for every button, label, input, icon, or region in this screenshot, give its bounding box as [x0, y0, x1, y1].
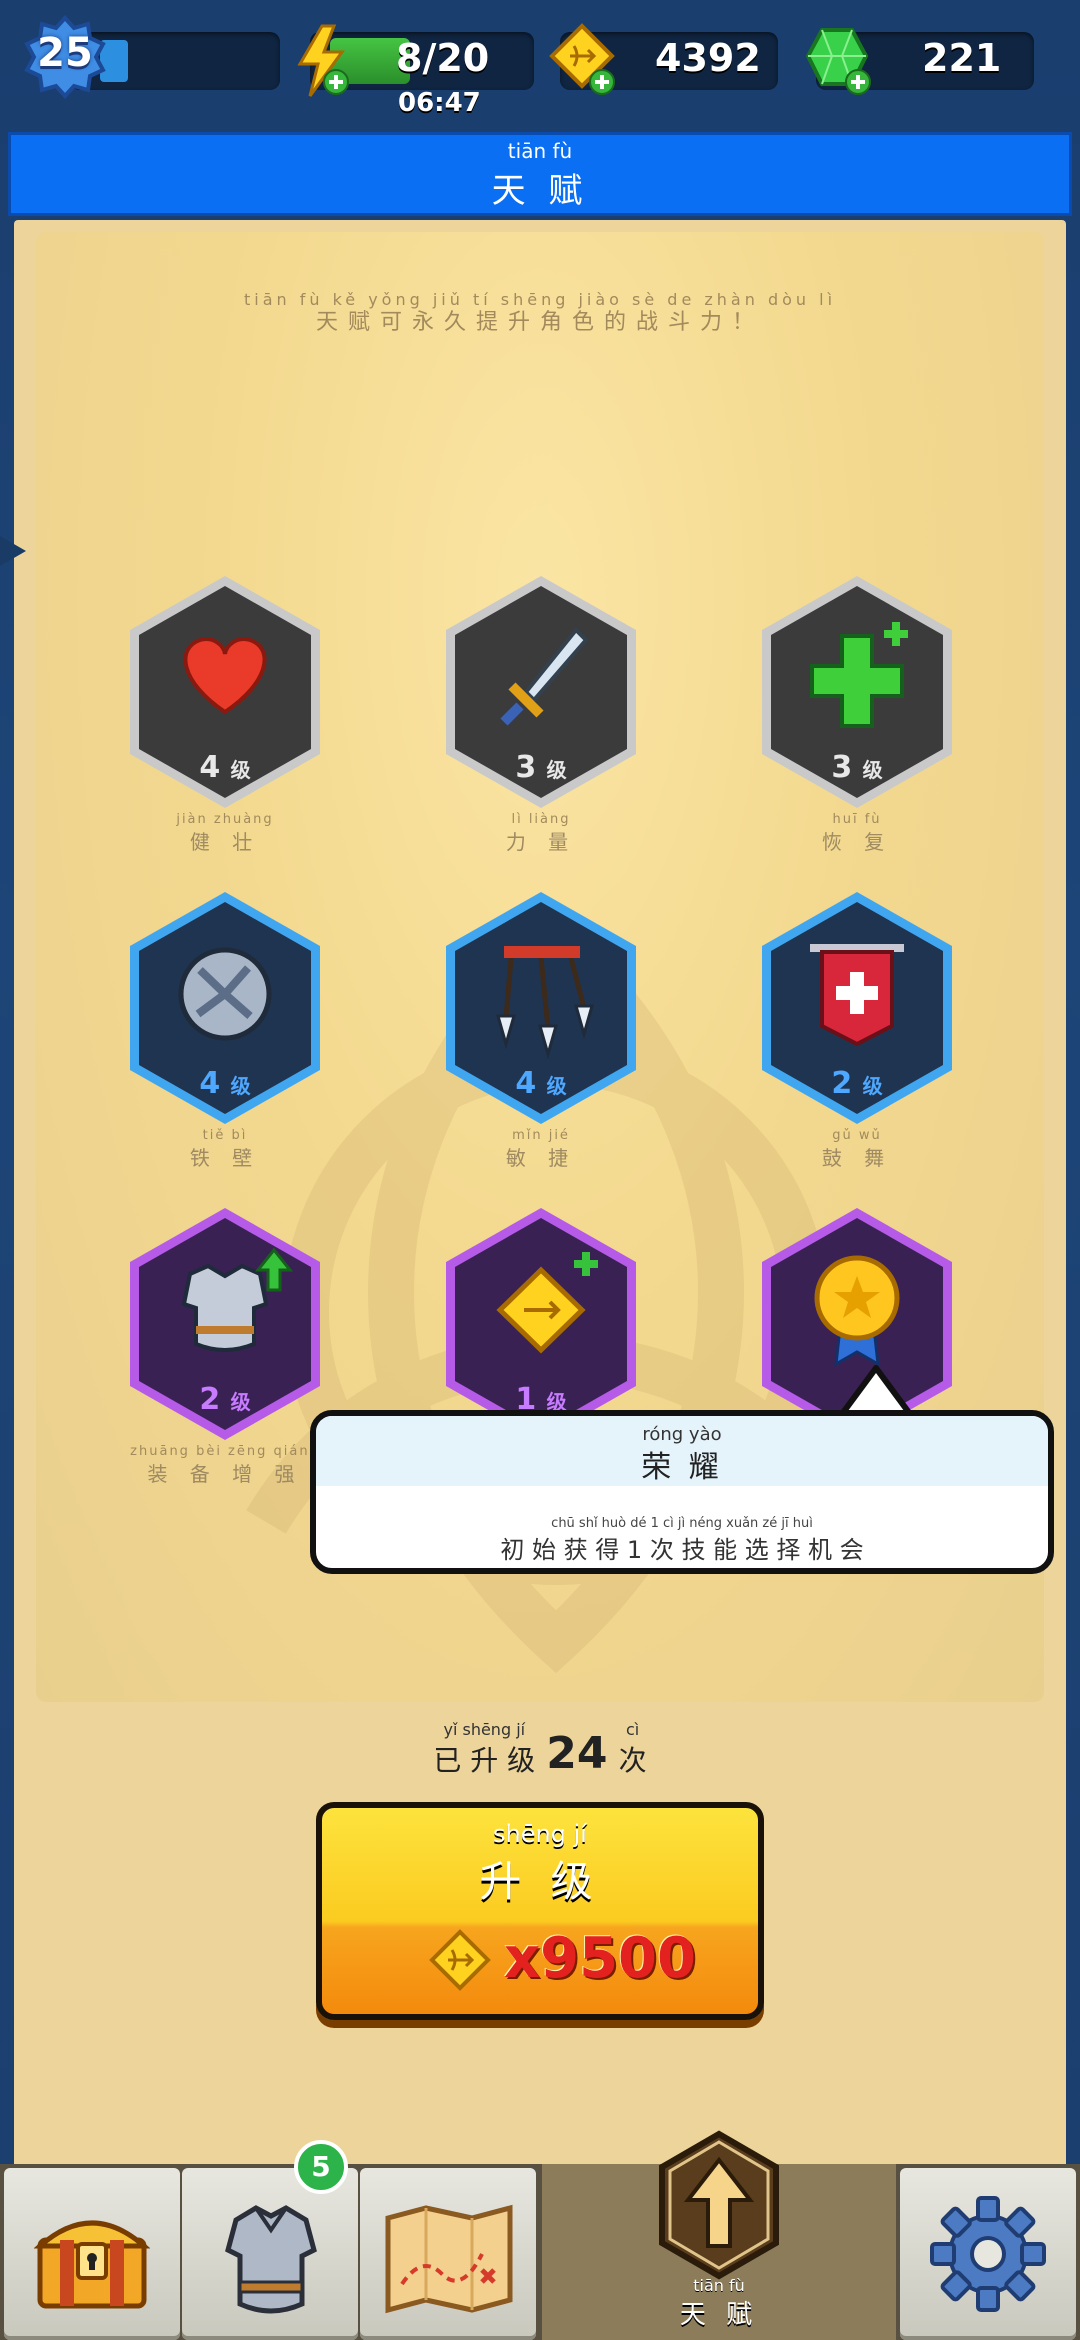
tooltip-desc-pinyin: chū shǐ huò dé 1 cì jì néng xuǎn zé jī h… — [551, 1516, 813, 1531]
talent-name-pinyin: lì liàng — [511, 812, 571, 827]
armor-icon — [225, 2205, 317, 2314]
upgraded-prefix: 已 升 级 — [433, 1744, 536, 1777]
gold-token-plus-icon — [549, 23, 615, 95]
nav-equipment[interactable] — [182, 2168, 358, 2340]
gem-count: 221 — [922, 36, 1002, 80]
talent-tooltip: róng yào 荣 耀 chū shǐ huò dé 1 cì jì néng… — [310, 1410, 1054, 1574]
title-pinyin: tiān fù — [507, 139, 573, 163]
upgrade-label: 升 级 — [479, 1857, 601, 1906]
talent-name: 铁 壁 — [189, 1146, 261, 1170]
lightning-icon — [297, 24, 349, 97]
upgrade-cost: x9500 — [504, 1926, 696, 1991]
upgrade-count: 24 — [546, 1728, 608, 1779]
talent-level: 3 级 — [515, 750, 567, 785]
talent-name: 健 壮 — [189, 830, 261, 854]
gem-plus-icon — [805, 28, 871, 95]
map-icon — [385, 2204, 513, 2314]
title-banner: tiān fù 天 赋 — [8, 132, 1072, 216]
tooltip-arrow-icon — [839, 1365, 913, 1416]
nav-settings[interactable] — [900, 2168, 1076, 2340]
top-bar: 25 8/20 06:47 4392 221 — [0, 0, 1080, 130]
equipment-badge: 5 — [294, 2140, 348, 2194]
talent-name-pinyin: jiàn zhuàng — [176, 812, 274, 827]
gold-token-icon — [429, 1929, 491, 1991]
talent-name-pinyin: tiě bì — [202, 1128, 248, 1143]
player-level: 25 — [37, 30, 93, 76]
talent-level: 4 级 — [199, 1066, 251, 1101]
upgraded-pinyin: yǐ shēng jí — [443, 1720, 526, 1739]
talent-level: 4 级 — [515, 1066, 567, 1101]
upgraded-suffix: 次 — [618, 1744, 647, 1777]
gold-count: 4392 — [655, 36, 761, 80]
tooltip-title: 荣 耀 — [641, 1450, 723, 1485]
energy-timer: 06:47 — [398, 88, 481, 118]
talent-level: 3 级 — [831, 750, 883, 785]
upgrade-button[interactable]: shēng jí 升 级 x9500 — [316, 1802, 764, 2020]
nav-active-label: 天 赋 — [679, 2300, 759, 2330]
talent-arrow-icon — [659, 2130, 779, 2280]
talent-name-pinyin: huī fù — [832, 812, 882, 827]
talent-level: 4 级 — [199, 750, 251, 785]
nav-chest[interactable] — [4, 2168, 180, 2340]
talent-name: 装 备 增 强 — [147, 1462, 303, 1486]
tooltip-desc: 初 始 获 得 1 次 技 能 选 择 机 会 — [500, 1536, 864, 1564]
talent-level: 2 级 — [199, 1382, 251, 1417]
hint-text: 天赋可永久提升角色的战斗力！ — [315, 310, 764, 335]
talent-name: 鼓 舞 — [821, 1146, 893, 1170]
upgraded-suffix-pinyin: cì — [625, 1720, 640, 1739]
talent-name: 恢 复 — [821, 830, 893, 854]
page-title: 天 赋 — [491, 171, 589, 211]
talent-name: 敏 捷 — [505, 1146, 577, 1170]
side-tab-icon — [0, 536, 26, 566]
upgrade-count-label: yǐ shēng jí 已 升 级 24 cì 次 — [0, 1720, 1080, 1779]
chest-icon — [34, 2220, 150, 2309]
talent-name-pinyin: zhuāng bèi zēng qiáng — [130, 1444, 320, 1459]
nav-map[interactable] — [360, 2168, 536, 2340]
gear-icon — [930, 2196, 1046, 2312]
energy-count: 8/20 — [396, 36, 490, 80]
talent-name-pinyin: mǐn jié — [512, 1128, 570, 1143]
upgrade-pinyin: shēng jí — [493, 1820, 587, 1848]
talent-name-pinyin: gǔ wǔ — [832, 1128, 882, 1143]
nav-active-pinyin: tiān fù — [693, 2276, 745, 2295]
talent-name: 力 量 — [505, 830, 577, 854]
talent-level: 2 级 — [831, 1066, 883, 1101]
